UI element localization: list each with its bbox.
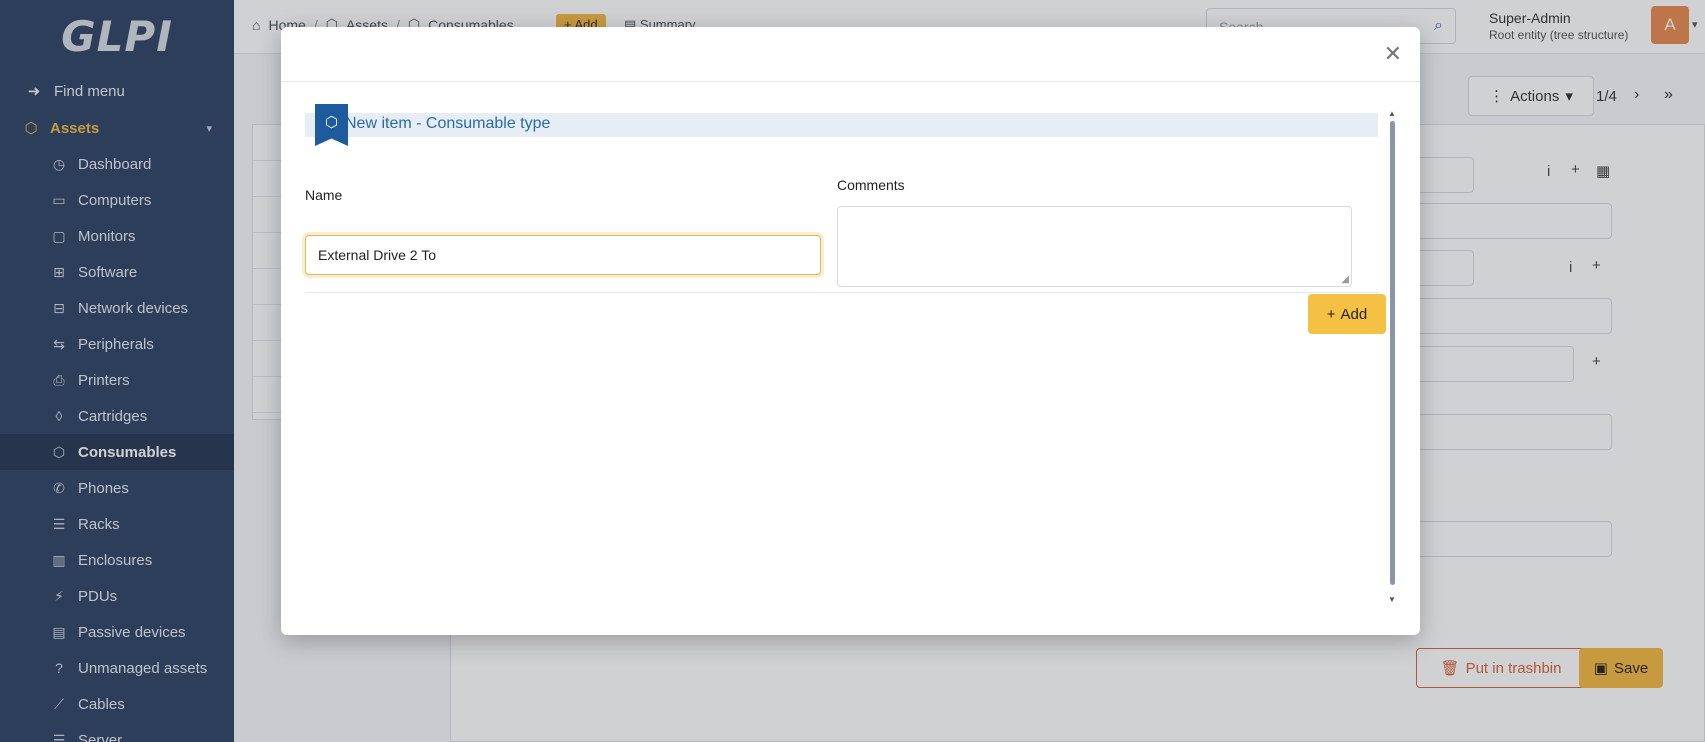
new-item-modal: ✕ New item - Consumable type ⬡ Name Comm… <box>281 27 1420 635</box>
form-title-bar: New item - Consumable type <box>305 113 1378 137</box>
add-label: Add <box>1340 305 1368 323</box>
plus-icon: + <box>1326 305 1336 323</box>
comments-textarea[interactable]: ◢ <box>837 206 1352 287</box>
close-icon[interactable]: ✕ <box>1384 41 1402 67</box>
comments-label: Comments <box>837 177 905 193</box>
scroll-down-icon[interactable]: ▼ <box>1388 595 1396 604</box>
add-button[interactable]: + Add <box>1308 294 1386 334</box>
resize-handle-icon[interactable]: ◢ <box>1341 274 1349 285</box>
name-label: Name <box>305 187 343 203</box>
modal-header <box>281 27 1420 82</box>
form-divider <box>305 292 1378 293</box>
package-icon: ⬡ <box>324 114 339 131</box>
modal-scrollbar[interactable]: ▲ ▼ <box>1384 109 1402 609</box>
name-field[interactable]: External Drive 2 To <box>305 235 821 275</box>
scroll-up-icon[interactable]: ▲ <box>1388 109 1396 118</box>
ribbon-badge: ⬡ <box>315 104 348 146</box>
form-title: New item - Consumable type <box>345 115 551 132</box>
scroll-thumb[interactable] <box>1390 121 1395 585</box>
